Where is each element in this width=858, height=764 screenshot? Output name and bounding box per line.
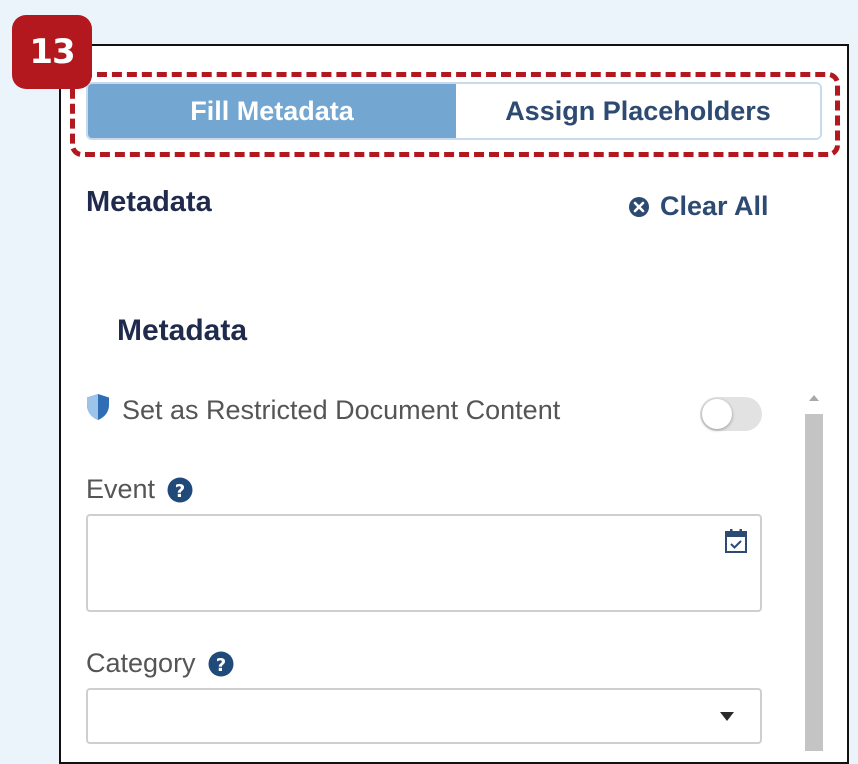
restricted-content-toggle[interactable]: [700, 397, 762, 431]
clear-all-label: Clear All: [660, 191, 769, 221]
tab-bar: Fill Metadata Assign Placeholders: [86, 82, 822, 140]
scrollbar-thumb[interactable]: [805, 414, 823, 751]
tab-fill-metadata[interactable]: Fill Metadata: [88, 84, 456, 138]
shield-icon: [86, 393, 110, 428]
restricted-content-row: Set as Restricted Document Content: [86, 393, 560, 428]
toggle-knob: [702, 399, 732, 429]
caret-down-icon[interactable]: [720, 712, 734, 721]
section-title: Metadata: [117, 314, 248, 347]
svg-text:?: ?: [175, 481, 185, 502]
category-label: Category ?: [86, 648, 234, 679]
scrollbar[interactable]: [804, 392, 824, 751]
clear-all-button[interactable]: Clear All: [628, 191, 769, 222]
question-circle-icon[interactable]: ?: [167, 477, 193, 503]
question-circle-icon[interactable]: ?: [208, 651, 234, 677]
svg-text:?: ?: [215, 655, 225, 676]
category-label-text: Category: [86, 648, 196, 678]
category-select[interactable]: [86, 688, 762, 744]
tab-assign-placeholders[interactable]: Assign Placeholders: [456, 84, 820, 138]
scroll-up-arrow-icon[interactable]: [809, 395, 819, 401]
step-badge: 13: [12, 15, 92, 89]
panel-title: Metadata: [86, 186, 212, 218]
event-input[interactable]: [86, 514, 762, 612]
restricted-content-label: Set as Restricted Document Content: [122, 395, 561, 425]
event-label-text: Event: [86, 474, 156, 504]
calendar-check-icon[interactable]: [724, 528, 748, 554]
event-label: Event ?: [86, 474, 193, 505]
times-circle-icon: [628, 196, 650, 218]
